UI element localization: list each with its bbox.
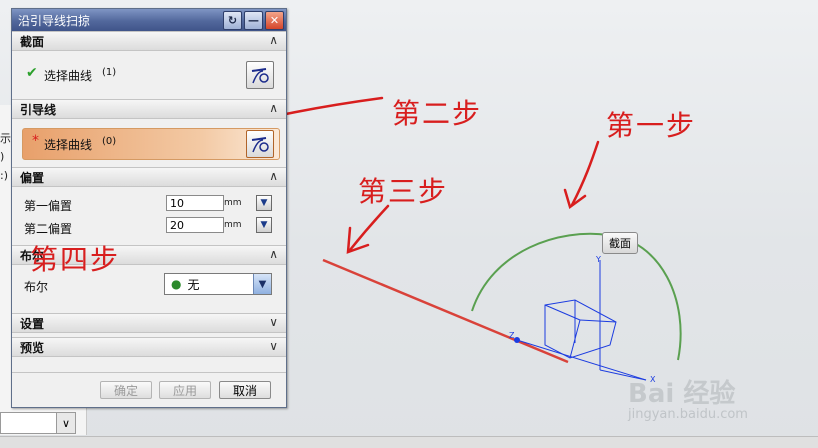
csys-triad: [516, 260, 647, 381]
required-marker: *: [32, 133, 39, 149]
section-title: 引导线: [20, 102, 57, 117]
section-header-guide[interactable]: 引导线 ∧: [12, 99, 286, 119]
annotation-step2: 第二步: [392, 97, 483, 130]
annotation-step1: 第一步: [606, 109, 697, 142]
origin-point: [514, 337, 520, 343]
dialog-title: 沿引导线扫掠: [18, 13, 91, 28]
section-header-preview[interactable]: 预览 ∨: [12, 337, 286, 357]
chevron-down-icon: ∨: [269, 315, 278, 329]
annotation-step4: 第四步: [30, 243, 121, 276]
chevron-up-icon: ∧: [269, 33, 278, 47]
first-offset-menu-button[interactable]: ▼: [256, 195, 272, 211]
offset-rows: 第一偏置 10 mm ▼ 第二偏置 20 mm ▼: [12, 187, 286, 245]
triangle-down-icon: ▼: [260, 198, 268, 208]
curve-select-icon: [251, 137, 269, 153]
profile-count: (1): [102, 67, 117, 78]
cancel-button[interactable]: 取消: [219, 381, 271, 399]
chevron-up-icon: ∧: [269, 247, 278, 261]
dialog-footer: 确定 应用 取消: [12, 372, 286, 407]
boolean-value: 无: [187, 277, 200, 292]
reset-icon: ↻: [227, 14, 238, 27]
axis-z-label: Z: [509, 331, 515, 340]
triangle-down-icon: ▼: [260, 220, 268, 230]
annotation-step3: 第三步: [358, 175, 449, 208]
watermark-logo: Bai 经验: [628, 379, 736, 409]
guide-line[interactable]: [322, 258, 569, 364]
apply-button[interactable]: 应用: [159, 381, 211, 399]
ok-button[interactable]: 确定: [100, 381, 152, 399]
guide-row: * 选择曲线 (0): [12, 119, 286, 167]
boolean-select[interactable]: ● 无 ▼: [164, 273, 272, 295]
reset-button[interactable]: ↻: [223, 11, 242, 30]
chevron-up-icon: ∧: [269, 169, 278, 183]
arrow-step3: [348, 204, 390, 252]
first-offset-unit: mm: [224, 198, 242, 208]
second-offset-input[interactable]: 20: [166, 217, 224, 233]
minimize-icon: —: [248, 14, 259, 27]
axis-y-label: Y: [595, 255, 601, 264]
first-offset-input[interactable]: 10: [166, 195, 224, 211]
profile-select-curve-button[interactable]: [246, 61, 274, 89]
chevron-up-icon: ∧: [269, 101, 278, 115]
section-header-profile[interactable]: 截面 ∧: [12, 31, 286, 51]
section-callout-label: 截面: [602, 232, 638, 254]
section-arc[interactable]: [471, 232, 682, 361]
second-offset-menu-button[interactable]: ▼: [256, 217, 272, 233]
profile-select-label: 选择曲线: [44, 69, 93, 83]
dialog-titlebar[interactable]: 沿引导线扫掠 ↻ — ✕: [12, 9, 286, 31]
section-title: 预览: [20, 340, 45, 355]
section-title: 截面: [20, 34, 45, 49]
section-title: 设置: [20, 316, 45, 331]
guide-select-label: 选择曲线: [44, 138, 93, 152]
second-offset-label: 第二偏置: [24, 222, 73, 236]
close-icon: ✕: [269, 14, 280, 27]
first-offset-label: 第一偏置: [24, 199, 73, 213]
curve-select-icon: [251, 68, 269, 84]
check-icon: ✔: [26, 65, 38, 81]
guide-count: (0): [102, 136, 117, 147]
minimize-button[interactable]: —: [244, 11, 263, 30]
section-header-offset[interactable]: 偏置 ∧: [12, 167, 286, 187]
second-offset-unit: mm: [224, 220, 242, 230]
boolean-none-icon: ●: [171, 277, 182, 291]
boolean-label: 布尔: [24, 280, 49, 294]
section-title: 偏置: [20, 170, 45, 185]
guide-select-curve-button[interactable]: [246, 130, 274, 158]
chevron-down-icon: ▼: [253, 274, 271, 294]
sweep-along-guide-dialog: 沿引导线扫掠 ↻ — ✕ 截面 ∧ ✔ 选择曲线 (1) 引导线 ∧ * 选择曲…: [11, 8, 287, 408]
watermark-url: jingyan.baidu.com: [628, 407, 748, 422]
close-button[interactable]: ✕: [265, 11, 284, 30]
profile-row: ✔ 选择曲线 (1): [12, 51, 286, 99]
chevron-down-icon: ∨: [269, 339, 278, 353]
section-header-settings[interactable]: 设置 ∨: [12, 313, 286, 333]
